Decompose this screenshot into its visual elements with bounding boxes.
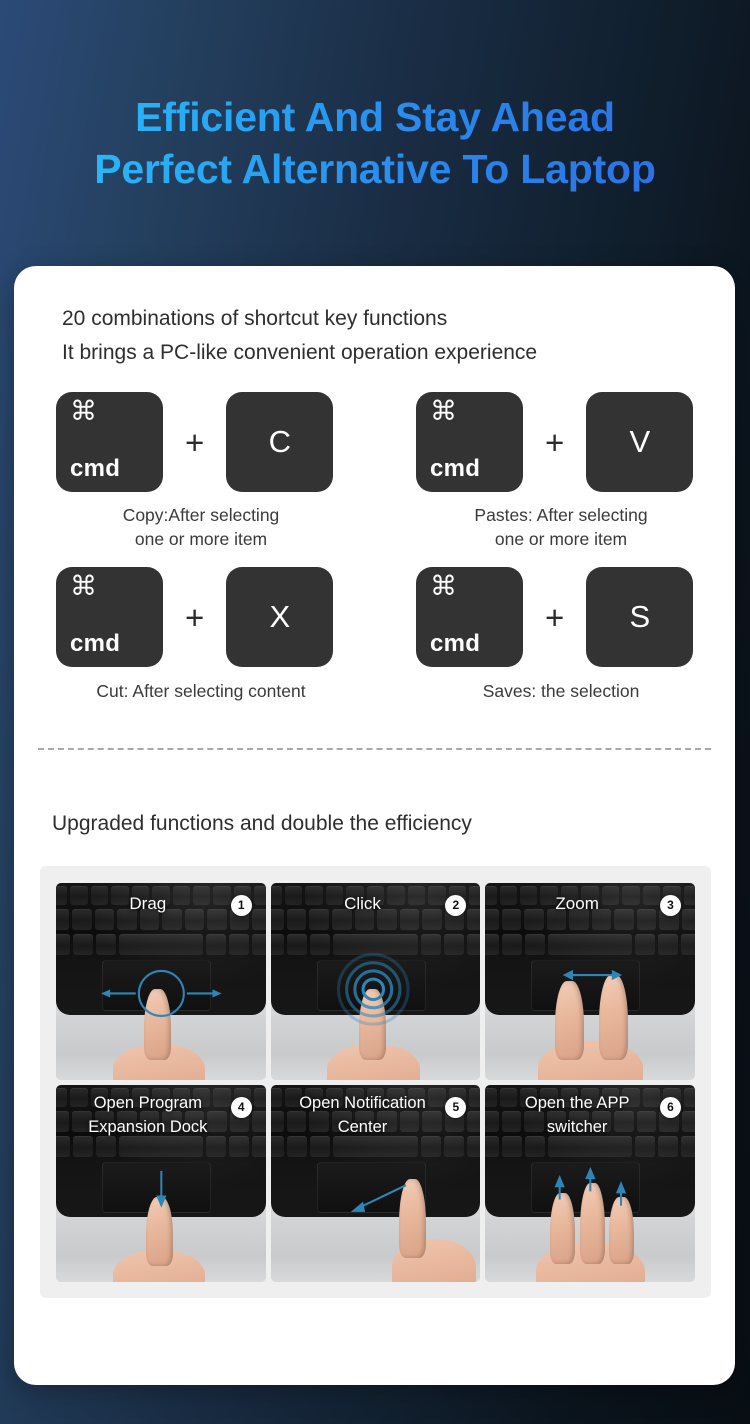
index-finger (398, 1179, 426, 1259)
shortcut-row-2: ⌘ cmd + X Cut: After selecting content ⌘ (14, 567, 735, 704)
command-icon: ⌘ (430, 571, 457, 602)
caption-line-1: Copy:After selecting (122, 505, 280, 526)
cell-label-line-1: Click (344, 893, 381, 913)
cell-badge: 4 (230, 1096, 252, 1118)
shortcut-caption: Cut: After selecting content (14, 680, 374, 704)
shortcut-row-1: ⌘ cmd + C Copy:After selecting one or mo… (14, 392, 735, 551)
page-title: Efficient And Stay Ahead Perfect Alterna… (0, 92, 750, 195)
shortcut-list: ⌘ cmd + C Copy:After selecting one or mo… (14, 392, 735, 704)
intro-block: 20 combinations of shortcut key function… (14, 266, 735, 370)
keycap-label: cmd (430, 455, 481, 483)
index-finger (146, 1197, 174, 1267)
cell-label-line-1: Zoom (555, 893, 599, 913)
caption-line-2: one or more item (494, 528, 628, 549)
shortcut-item-cut: ⌘ cmd + X Cut: After selecting content (14, 567, 374, 704)
plus-icon: + (185, 598, 205, 636)
keycap-letter[interactable]: X (226, 567, 334, 668)
finger-three (609, 1197, 635, 1265)
keycap-letter-label: C (268, 424, 291, 460)
command-icon: ⌘ (430, 396, 457, 427)
command-icon: ⌘ (70, 571, 97, 602)
cell-badge: 3 (660, 894, 681, 916)
keycap-letter[interactable]: C (226, 392, 334, 493)
page-title-line2: Perfect Alternative To Laptop (94, 145, 656, 192)
gesture-grid: Drag 1 Click 2 Zoom 3 Open Program Expan… (56, 882, 695, 1282)
keycap-label: cmd (70, 630, 121, 658)
plus-icon: + (545, 598, 565, 636)
caption-line-2: one or more item (134, 528, 268, 549)
shortcut-caption: Saves: the selection (374, 680, 734, 704)
keycap-letter-label: S (629, 599, 651, 635)
finger-one (550, 1193, 576, 1265)
gesture-cell-open-app-switcher[interactable]: Open the APP switcher 6 (485, 1084, 695, 1282)
upgraded-section-title: Upgraded functions and double the effici… (52, 811, 472, 835)
page-title-line1: Efficient And Stay Ahead (135, 94, 615, 140)
gesture-cell-drag[interactable]: Drag 1 (56, 882, 266, 1080)
cell-label-line-1: Open Notification (299, 1093, 426, 1112)
finger-right (598, 975, 628, 1061)
keycap-letter[interactable]: V (586, 392, 694, 493)
plus-icon: + (545, 423, 565, 461)
command-icon: ⌘ (70, 396, 97, 427)
cell-badge: 1 (230, 894, 252, 916)
keycap-cmd[interactable]: ⌘ cmd (56, 392, 163, 493)
content-card: 20 combinations of shortcut key function… (14, 266, 735, 1385)
shortcut-keys: ⌘ cmd + X (14, 567, 374, 668)
shortcut-item-copy: ⌘ cmd + C Copy:After selecting one or mo… (14, 392, 374, 551)
keycap-letter-label: X (269, 599, 291, 635)
gesture-gallery-panel: Drag 1 Click 2 Zoom 3 Open Program Expan… (40, 865, 711, 1298)
cell-label-line-2: switcher (546, 1117, 608, 1136)
keycap-label: cmd (70, 455, 121, 483)
keycap-label: cmd (430, 630, 481, 658)
shortcut-caption: Copy:After selecting one or more item (14, 504, 374, 551)
gesture-cell-open-notification-center[interactable]: Open Notification Center 5 (270, 1084, 481, 1282)
shortcut-keys: ⌘ cmd + V (374, 392, 734, 493)
keycap-cmd[interactable]: ⌘ cmd (416, 567, 523, 668)
keycap-letter[interactable]: S (586, 567, 694, 668)
caption-line-1: Cut: After selecting content (96, 681, 306, 702)
caption-line-1: Pastes: After selecting (474, 505, 648, 526)
gesture-cell-click[interactable]: Click 2 (270, 882, 481, 1080)
keyboard-row (56, 934, 266, 956)
shortcut-item-save: ⌘ cmd + S Saves: the selection (374, 567, 734, 704)
shortcut-keys: ⌘ cmd + S (374, 567, 734, 668)
plus-icon: + (185, 423, 205, 461)
shortcut-keys: ⌘ cmd + C (14, 392, 374, 493)
cell-label-line-1: Open the APP (524, 1093, 630, 1112)
cell-label-line-1: Open Program (93, 1093, 202, 1112)
cell-badge: 6 (660, 1096, 681, 1118)
finger-left (554, 981, 584, 1061)
keycap-letter-label: V (629, 424, 651, 460)
gesture-cell-open-program-dock[interactable]: Open Program Expansion Dock 4 (56, 1084, 266, 1282)
intro-line-2: It brings a PC-like convenient operation… (62, 341, 538, 365)
keyboard-row (485, 934, 695, 956)
gesture-cell-zoom[interactable]: Zoom 3 (485, 882, 695, 1080)
keycap-cmd[interactable]: ⌘ cmd (416, 392, 523, 493)
cell-label-line-1: Drag (129, 893, 167, 913)
caption-line-1: Saves: the selection (482, 681, 640, 702)
intro-line-1: 20 combinations of shortcut key function… (62, 307, 448, 330)
shortcut-caption: Pastes: After selecting one or more item (374, 504, 734, 551)
cell-label-line-2: Expansion Dock (88, 1117, 208, 1136)
cell-label-line-2: Center (337, 1117, 388, 1136)
keycap-cmd[interactable]: ⌘ cmd (56, 567, 163, 668)
index-finger (144, 989, 172, 1061)
shortcut-item-paste: ⌘ cmd + V Pastes: After selecting one or… (374, 392, 734, 551)
hero-heading: Efficient And Stay Ahead Perfect Alterna… (0, 0, 750, 195)
finger-two (579, 1183, 605, 1265)
keyboard-row (270, 934, 481, 956)
section-divider (38, 747, 711, 750)
index-finger (358, 989, 386, 1061)
